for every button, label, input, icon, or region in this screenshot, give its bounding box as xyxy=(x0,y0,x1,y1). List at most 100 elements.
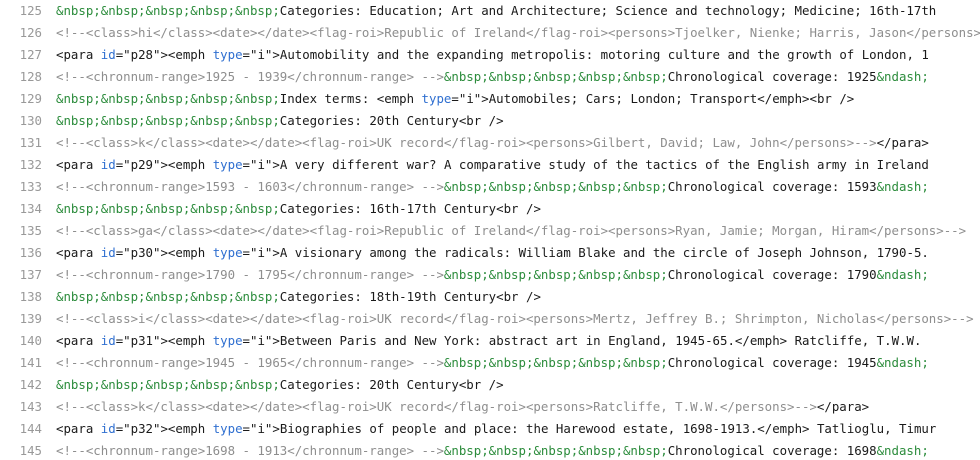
entity-token: &ndash; xyxy=(876,267,929,282)
text-token: Categories: Education; Art and Architect… xyxy=(279,3,937,18)
comment-token: <!--<chronnum-range>1925 - 1939</chronnu… xyxy=(56,69,444,84)
code-line[interactable]: 140 <para id="p31"><emph type="i">Between… xyxy=(0,330,980,352)
entity-token: &ndash; xyxy=(876,69,929,84)
code-content[interactable]: <para id="p29"><emph type="i">A very dif… xyxy=(56,154,980,176)
code-line[interactable]: 127 <para id="p28"><emph type="i">Automob… xyxy=(0,44,980,66)
code-content[interactable]: &nbsp;&nbsp;&nbsp;&nbsp;&nbsp;Categories… xyxy=(56,198,980,220)
line-number: 140 xyxy=(19,333,42,348)
tag-token: > xyxy=(272,157,280,172)
tag-token: </emph> xyxy=(757,421,810,436)
tag-token: = xyxy=(242,245,250,260)
code-line[interactable]: 138 &nbsp;&nbsp;&nbsp;&nbsp;&nbsp;Categor… xyxy=(0,286,980,308)
code-content[interactable]: <!--<chronnum-range>1698 - 1913</chronnu… xyxy=(56,440,980,460)
attribute-token: id xyxy=(100,245,116,260)
code-content[interactable]: <!--<chronnum-range>1925 - 1939</chronnu… xyxy=(56,66,980,88)
code-content[interactable]: <!--<class>ga</class><date></date><flag-… xyxy=(56,220,980,242)
string-token: "i" xyxy=(250,47,273,62)
code-content[interactable]: <!--<class>k</class><date></date><flag-r… xyxy=(56,132,980,154)
code-content[interactable]: <!--<chronnum-range>1945 - 1965</chronnu… xyxy=(56,352,980,374)
attribute-token: type xyxy=(212,157,243,172)
code-content[interactable]: &nbsp;&nbsp;&nbsp;&nbsp;&nbsp;Index term… xyxy=(56,88,980,110)
code-line[interactable]: 131 <!--<class>k</class><date></date><fla… xyxy=(0,132,980,154)
comment-token: <!--<class>k</class><date></date><flag-r… xyxy=(56,135,877,150)
code-line[interactable]: 141 <!--<chronnum-range>1945 - 1965</chro… xyxy=(0,352,980,374)
text-token: Ratcliffe, T.W.W. xyxy=(787,333,922,348)
code-line[interactable]: 133 <!--<chronnum-range>1593 - 1603</chro… xyxy=(0,176,980,198)
attribute-token: type xyxy=(212,245,243,260)
code-content[interactable]: <!--<class>hi</class><date></date><flag-… xyxy=(56,22,980,44)
tag-token: <br /> xyxy=(458,113,504,128)
text-token: Between Paris and New York: abstract art… xyxy=(279,333,735,348)
code-line[interactable]: 142 &nbsp;&nbsp;&nbsp;&nbsp;&nbsp;Categor… xyxy=(0,374,980,396)
tag-token: > xyxy=(272,47,280,62)
comment-token: <!--<chronnum-range>1945 - 1965</chronnu… xyxy=(56,355,444,370)
code-line[interactable]: 143 <!--<class>k</class><date></date><fla… xyxy=(0,396,980,418)
string-token: "i" xyxy=(250,333,273,348)
tag-token: <br /> xyxy=(496,289,541,304)
attribute-token: type xyxy=(421,91,452,106)
code-line[interactable]: 137 <!--<chronnum-range>1790 - 1795</chro… xyxy=(0,264,980,286)
code-line[interactable]: 136 <para id="p30"><emph type="i">A visio… xyxy=(0,242,980,264)
text-token: Biographies of people and place: the Har… xyxy=(279,421,758,436)
text-token: Categories: 20th Century xyxy=(279,113,459,128)
line-number: 136 xyxy=(19,245,42,260)
code-content[interactable]: <!--<chronnum-range>1593 - 1603</chronnu… xyxy=(56,176,980,198)
code-line[interactable]: 126 <!--<class>hi</class><date></date><fl… xyxy=(0,22,980,44)
code-content[interactable]: &nbsp;&nbsp;&nbsp;&nbsp;&nbsp;Categories… xyxy=(56,374,980,396)
entity-token: &nbsp;&nbsp;&nbsp;&nbsp;&nbsp; xyxy=(443,69,668,84)
code-line[interactable]: 130 &nbsp;&nbsp;&nbsp;&nbsp;&nbsp;Categor… xyxy=(0,110,980,132)
line-number: 126 xyxy=(19,25,42,40)
text-token: A visionary among the radicals: William … xyxy=(279,245,929,260)
code-content[interactable]: <para id="p31"><emph type="i">Between Pa… xyxy=(56,330,980,352)
code-editor[interactable]: 125 &nbsp;&nbsp;&nbsp;&nbsp;&nbsp;Categor… xyxy=(0,0,980,460)
line-number: 143 xyxy=(19,399,42,414)
code-content[interactable]: <!--<class>i</class><date></date><flag-r… xyxy=(56,308,980,330)
entity-token: &nbsp;&nbsp;&nbsp;&nbsp;&nbsp; xyxy=(56,113,280,128)
tag-token: = xyxy=(242,157,250,172)
tag-token: ><emph xyxy=(160,245,213,260)
comment-token: <!--<class>k</class><date></date><flag-r… xyxy=(56,399,817,414)
line-number: 145 xyxy=(19,443,42,458)
line-number: 141 xyxy=(19,355,42,370)
code-content[interactable]: <para id="p30"><emph type="i">A visionar… xyxy=(56,242,980,264)
code-line[interactable]: 145 <!--<chronnum-range>1698 - 1913</chro… xyxy=(0,440,980,460)
attribute-token: id xyxy=(100,333,116,348)
entity-token: &ndash; xyxy=(876,179,929,194)
line-number: 128 xyxy=(19,69,42,84)
line-number: 129 xyxy=(19,91,42,106)
code-line[interactable]: 135 <!--<class>ga</class><date></date><fl… xyxy=(0,220,980,242)
code-content[interactable]: &nbsp;&nbsp;&nbsp;&nbsp;&nbsp;Categories… xyxy=(56,110,980,132)
string-token: "p29" xyxy=(123,157,161,172)
tag-token: ><emph xyxy=(160,47,213,62)
line-number: 134 xyxy=(19,201,42,216)
entity-token: &nbsp;&nbsp;&nbsp;&nbsp;&nbsp; xyxy=(443,443,668,458)
code-line[interactable]: 132 <para id="p29"><emph type="i">A very … xyxy=(0,154,980,176)
attribute-token: id xyxy=(100,157,116,172)
comment-token: <!--<class>hi</class><date></date><flag-… xyxy=(56,25,980,40)
line-number: 132 xyxy=(19,157,42,172)
tag-token: <para xyxy=(56,245,101,260)
code-line[interactable]: 139 <!--<class>i</class><date></date><fla… xyxy=(0,308,980,330)
code-content[interactable]: <!--<chronnum-range>1790 - 1795</chronnu… xyxy=(56,264,980,286)
code-content[interactable]: <para id="p32"><emph type="i">Biographie… xyxy=(56,418,980,440)
tag-token: </emph> xyxy=(734,333,788,348)
text-token: Chronological coverage: 1593 xyxy=(667,179,877,194)
text-token: Chronological coverage: 1790 xyxy=(667,267,877,282)
code-line[interactable]: 125 &nbsp;&nbsp;&nbsp;&nbsp;&nbsp;Categor… xyxy=(0,0,980,22)
line-number: 139 xyxy=(19,311,42,326)
code-line[interactable]: 144 <para id="p32"><emph type="i">Biograp… xyxy=(0,418,980,440)
code-content[interactable]: &nbsp;&nbsp;&nbsp;&nbsp;&nbsp;Categories… xyxy=(56,0,980,22)
code-content[interactable]: <!--<class>k</class><date></date><flag-r… xyxy=(56,396,980,418)
string-token: "p32" xyxy=(123,421,161,436)
code-line[interactable]: 128 <!--<chronnum-range>1925 - 1939</chro… xyxy=(0,66,980,88)
code-line[interactable]: 129 &nbsp;&nbsp;&nbsp;&nbsp;&nbsp;Index t… xyxy=(0,88,980,110)
entity-token: &nbsp;&nbsp;&nbsp;&nbsp;&nbsp; xyxy=(443,179,668,194)
code-line[interactable]: 134 &nbsp;&nbsp;&nbsp;&nbsp;&nbsp;Categor… xyxy=(0,198,980,220)
line-number: 142 xyxy=(19,377,42,392)
tag-token: <br /> xyxy=(496,201,541,216)
tag-token: = xyxy=(242,333,250,348)
tag-token: <para xyxy=(56,157,101,172)
text-token: Chronological coverage: 1945 xyxy=(667,355,877,370)
code-content[interactable]: <para id="p28"><emph type="i">Automobili… xyxy=(56,44,980,66)
code-content[interactable]: &nbsp;&nbsp;&nbsp;&nbsp;&nbsp;Categories… xyxy=(56,286,980,308)
